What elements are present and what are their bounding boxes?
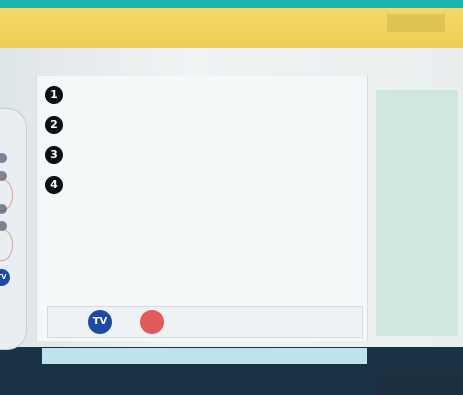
step-3: 3 [45, 146, 345, 164]
bottom-strip [42, 348, 367, 364]
step-4: 4 [45, 176, 345, 194]
remote-button [0, 204, 7, 214]
top-edge [0, 0, 463, 8]
step-number: 3 [45, 146, 63, 164]
remote-tv-button-icon: TV [0, 269, 10, 286]
step-1: 1 [45, 86, 345, 104]
step-number: 1 [45, 86, 63, 104]
tv-row: TV [47, 306, 363, 338]
screen-area: TV 1 2 3 4 TV [0, 48, 463, 395]
red-button-icon[interactable] [140, 310, 164, 334]
remote-highlight [0, 229, 13, 261]
step-number: 4 [45, 176, 63, 194]
step-2: 2 [45, 116, 345, 134]
step-number: 2 [45, 116, 63, 134]
remote-image: TV [0, 108, 27, 350]
header-tab[interactable] [387, 14, 445, 32]
header-hint [90, 17, 390, 27]
right-sidebar [376, 90, 458, 336]
footer-bar [375, 373, 463, 395]
instructions-panel: 1 2 3 4 TV [36, 76, 368, 341]
remote-button [0, 153, 7, 163]
tv-icon[interactable]: TV [88, 310, 112, 334]
header-bar [0, 8, 463, 48]
